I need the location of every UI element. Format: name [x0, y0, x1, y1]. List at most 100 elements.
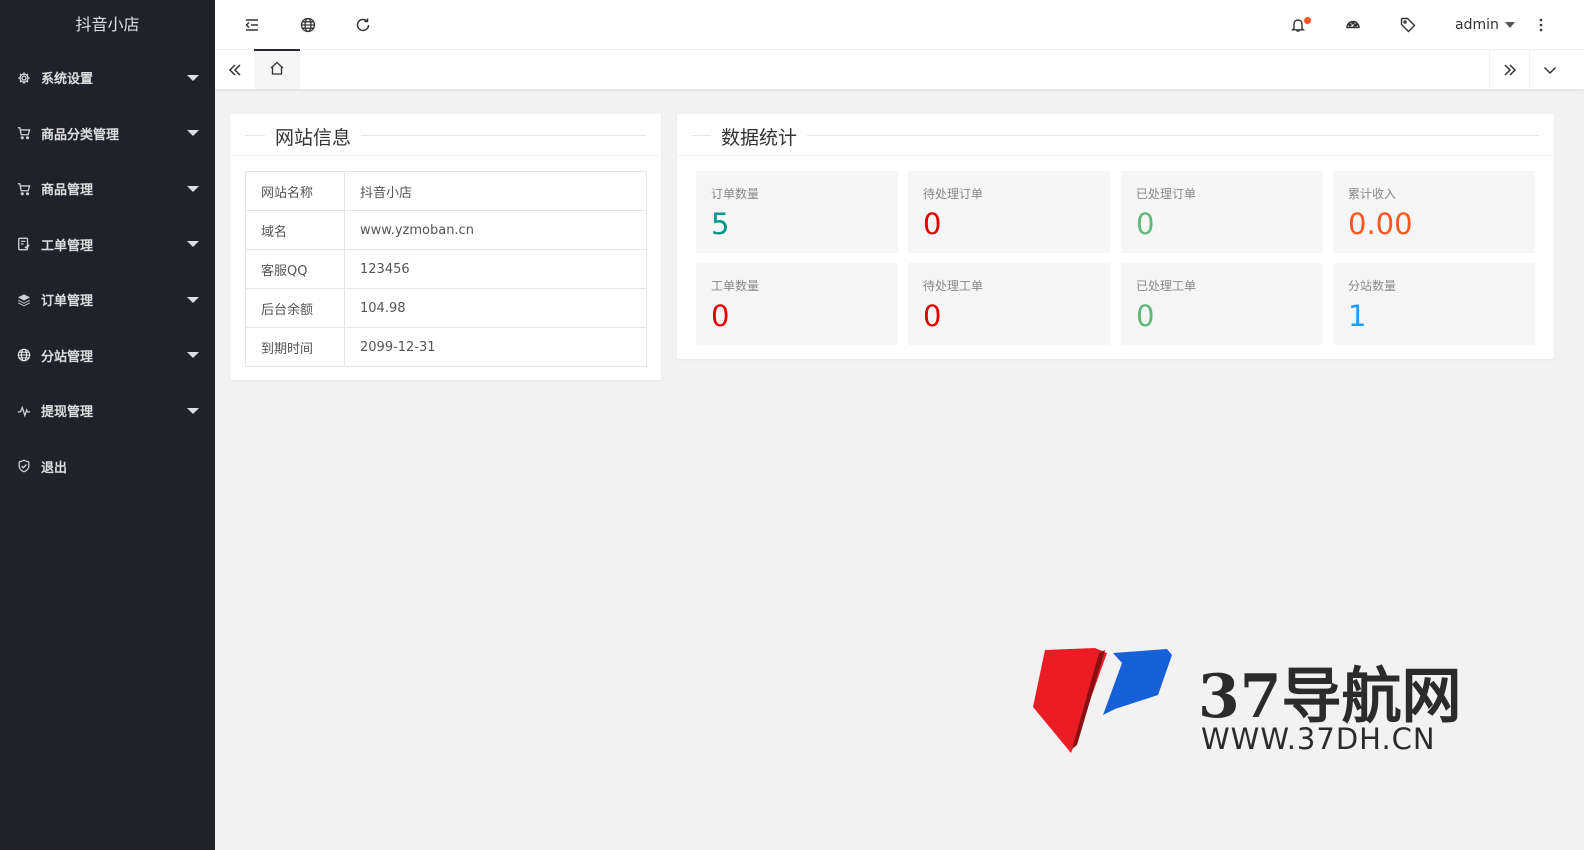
sidebar-item-label: 商品分类管理: [41, 127, 120, 143]
notification-dot: [1304, 17, 1311, 24]
site-info-key: 后台余额: [245, 288, 345, 328]
caret-down-icon: [1504, 22, 1515, 28]
caret-down-icon: [187, 296, 199, 303]
sidebar-item-label: 订单管理: [41, 294, 94, 310]
site-info-key: 域名: [245, 210, 345, 250]
tabs-bar: [215, 49, 1584, 90]
site-info-table: 网站名称 抖音小店 域名 www.yzmoban.cn 客服QQ 123456 …: [245, 171, 647, 367]
stat-order-count[interactable]: 订单数量 5: [696, 171, 898, 253]
sidebar-item-orders[interactable]: 订单管理: [0, 272, 215, 328]
stat-label: 待处理工单: [923, 279, 984, 293]
sidebar-item-logout[interactable]: 退出: [0, 439, 215, 495]
stat-total-income[interactable]: 累计收入 0.00: [1333, 171, 1535, 253]
sidebar-brand[interactable]: 抖音小店: [0, 0, 215, 50]
watermark-url: WWW.37DH.CN: [1201, 722, 1436, 756]
stat-value: 0: [923, 207, 942, 241]
stat-label: 工单数量: [711, 279, 760, 293]
site-info-value: 123456: [344, 249, 647, 289]
sidebar: 抖音小店 系统设置 商品分类管理 商品管理 工单管理 订单管理 分站管理 提现管…: [0, 0, 215, 850]
sidebar-item-tickets[interactable]: 工单管理: [0, 217, 215, 273]
stat-value: 0: [1136, 207, 1155, 241]
globe-icon: [17, 348, 31, 362]
top-header: admin: [215, 0, 1584, 50]
home-icon: [269, 60, 285, 80]
stat-label: 订单数量: [711, 187, 760, 201]
stat-value: 0.00: [1348, 207, 1413, 241]
caret-down-icon: [187, 352, 199, 359]
stat-substation-count[interactable]: 分站数量 1: [1333, 263, 1535, 345]
more-vertical-icon[interactable]: [1526, 0, 1556, 50]
sidebar-item-label: 分站管理: [41, 349, 94, 365]
site-info-key: 客服QQ: [245, 249, 345, 289]
table-row: 后台余额 104.98: [245, 288, 647, 328]
site-info-value: 抖音小店: [344, 171, 647, 211]
stat-pending-tickets[interactable]: 待处理工单 0: [908, 263, 1110, 345]
site-info-value: 104.98: [344, 288, 647, 328]
sidebar-item-label: 退出: [41, 460, 68, 476]
table-row: 网站名称 抖音小店: [245, 171, 647, 211]
cart-icon: [17, 126, 31, 140]
stat-value: 5: [711, 207, 730, 241]
site-info-card: 网站信息 网站名称 抖音小店 域名 www.yzmoban.cn 客服QQ 12…: [230, 114, 661, 380]
sidebar-item-label: 系统设置: [41, 72, 94, 88]
tag-icon[interactable]: [1393, 0, 1423, 50]
site-info-value: www.yzmoban.cn: [344, 210, 647, 250]
stat-value: 0: [711, 299, 730, 333]
pulse-icon: [17, 404, 31, 418]
table-row: 域名 www.yzmoban.cn: [245, 210, 647, 250]
stat-value: 0: [923, 299, 942, 333]
site-info-key: 到期时间: [245, 327, 345, 367]
stat-label: 待处理订单: [923, 187, 984, 201]
cart-icon: [17, 182, 31, 196]
sidebar-item-label: 工单管理: [41, 238, 94, 254]
stat-ticket-count[interactable]: 工单数量 0: [696, 263, 898, 345]
gear-icon: [17, 71, 31, 85]
stat-value: 0: [1136, 299, 1155, 333]
caret-down-icon: [187, 241, 199, 248]
table-row: 客服QQ 123456: [245, 249, 647, 289]
caret-down-icon: [187, 130, 199, 137]
tabs-scroll-right-icon[interactable]: [1489, 50, 1529, 89]
user-menu[interactable]: admin: [1455, 0, 1515, 50]
stat-label: 已处理工单: [1136, 279, 1197, 293]
sidebar-item-label: 商品管理: [41, 183, 94, 199]
caret-down-icon: [187, 407, 199, 414]
stats-title: 数据统计: [711, 123, 808, 150]
tab-home[interactable]: [254, 49, 300, 89]
stat-processed-tickets[interactable]: 已处理工单 0: [1121, 263, 1323, 345]
sidebar-item-category[interactable]: 商品分类管理: [0, 106, 215, 162]
layers-icon: [17, 293, 31, 307]
divider: [692, 135, 1539, 136]
site-info-value: 2099-12-31: [344, 327, 647, 367]
refresh-icon[interactable]: [348, 0, 378, 50]
stats-card-header: 数据统计: [677, 114, 1554, 156]
sidebar-item-products[interactable]: 商品管理: [0, 161, 215, 217]
caret-down-icon: [187, 74, 199, 81]
site-info-title: 网站信息: [265, 123, 362, 150]
globe-icon[interactable]: [293, 0, 323, 50]
tabs-scroll-left-icon[interactable]: [215, 50, 255, 89]
tabs-dropdown-icon[interactable]: [1529, 50, 1569, 89]
stat-label: 累计收入: [1348, 187, 1397, 201]
sidebar-item-withdraw[interactable]: 提现管理: [0, 383, 215, 439]
theme-palette-icon[interactable]: [1338, 0, 1368, 50]
watermark-logo: 37导航网 WWW.37DH.CN: [1025, 645, 1570, 760]
stats-card: 数据统计 订单数量 5 待处理订单 0 已处理订单 0 累计收入 0.00 工单…: [677, 114, 1554, 359]
stat-label: 已处理订单: [1136, 187, 1197, 201]
stat-label: 分站数量: [1348, 279, 1397, 293]
sidebar-item-substations[interactable]: 分站管理: [0, 328, 215, 384]
stat-pending-orders[interactable]: 待处理订单 0: [908, 171, 1110, 253]
bell-icon[interactable]: [1283, 0, 1313, 50]
username-label: admin: [1455, 17, 1499, 33]
menu-collapse-icon[interactable]: [237, 0, 267, 50]
stat-processed-orders[interactable]: 已处理订单 0: [1121, 171, 1323, 253]
shield-check-icon: [17, 459, 31, 473]
sidebar-item-system-settings[interactable]: 系统设置: [0, 50, 215, 106]
ticket-icon: [17, 237, 31, 251]
site-info-key: 网站名称: [245, 171, 345, 211]
stat-value: 1: [1348, 299, 1367, 333]
sidebar-item-label: 提现管理: [41, 405, 94, 421]
table-row: 到期时间 2099-12-31: [245, 327, 647, 367]
caret-down-icon: [187, 185, 199, 192]
site-info-card-header: 网站信息: [230, 114, 661, 156]
